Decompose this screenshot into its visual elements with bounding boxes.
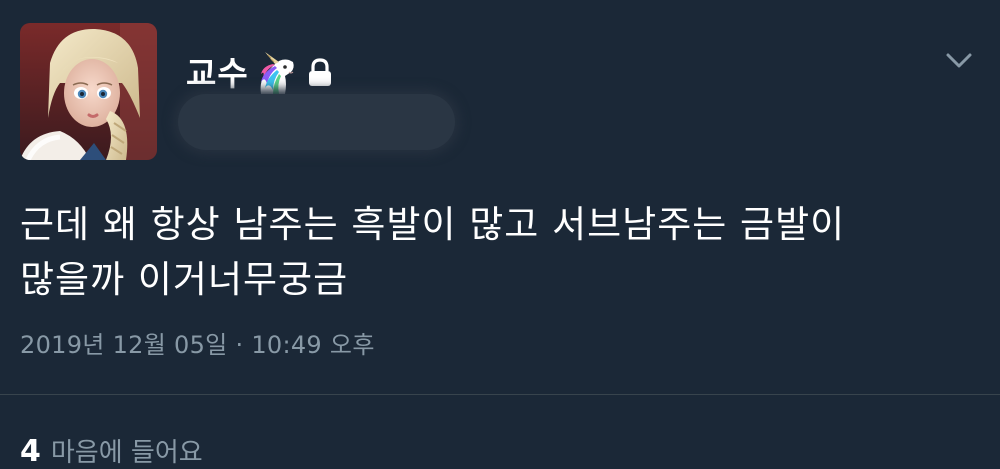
handle-redacted: [178, 94, 455, 150]
avatar[interactable]: [20, 23, 157, 160]
unicorn-icon: [255, 50, 299, 96]
divider: [0, 394, 1000, 395]
display-name[interactable]: 교수: [186, 57, 249, 90]
tweet-text: 근데 왜 항상 남주는 흑발이 많고 서브남주는 금발이 많을까 이거너무궁금: [20, 203, 846, 301]
chevron-down-icon[interactable]: [944, 48, 974, 74]
avatar-image: [20, 23, 157, 160]
tweet-timestamp[interactable]: 2019년 12월 05일 · 10:49 오후: [20, 327, 375, 363]
user-name-row[interactable]: 교수: [186, 48, 333, 98]
likes-stat[interactable]: 4 마음에 들어요: [20, 432, 203, 469]
lock-icon: [307, 58, 333, 88]
tweet-card: 교수 근데 왜 항상 남주는 흑발이 많고 서브남주는 금발이 많을까 이거너무…: [0, 0, 1000, 469]
likes-label: 마음에 들어요: [50, 438, 203, 468]
